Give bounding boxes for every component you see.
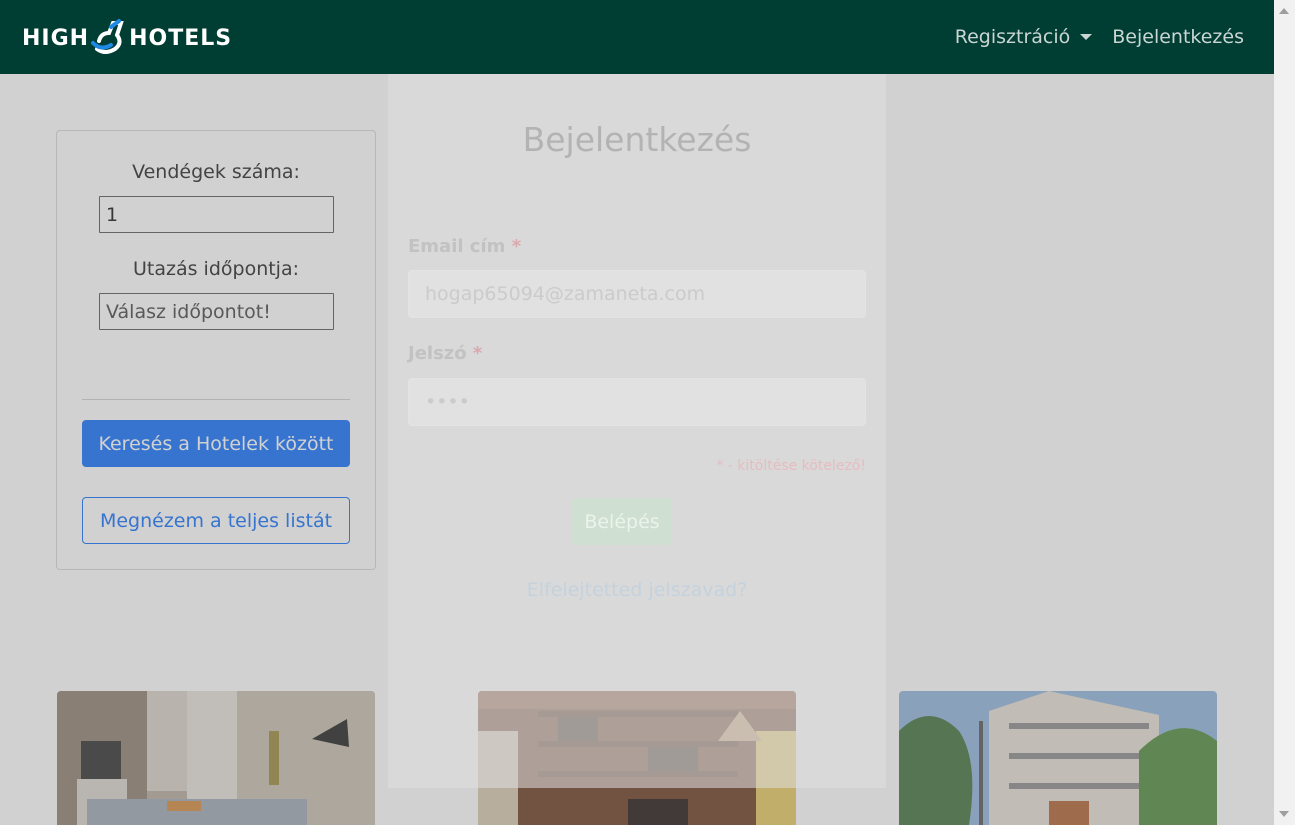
forgot-password-link[interactable]: Elfelejtetted jelszavad? [388, 579, 886, 601]
scrollbar[interactable] [1274, 0, 1295, 825]
password-label-text: Jelszó [408, 343, 467, 364]
required-mark: * [472, 343, 483, 364]
register-label: Regisztráció [954, 26, 1071, 48]
brand-swoosh-icon [91, 19, 124, 54]
caret-down-icon [1080, 34, 1093, 40]
navbar: HIGH HOTELS Regisztráció Bejelentkezés [0, 0, 1274, 74]
modal-title: Bejelentkezés [522, 120, 752, 159]
email-input[interactable]: hogap65094@zamaneta.com [408, 270, 866, 318]
password-input[interactable]: •••• [408, 378, 866, 426]
email-label: Email cím * [408, 236, 521, 257]
login-button[interactable]: Belépés [572, 498, 672, 545]
login-modal: Bejelentkezés Email cím * hogap65094@zam… [388, 74, 886, 788]
scroll-down-icon[interactable] [1279, 811, 1289, 817]
nav-links: Regisztráció Bejelentkezés [955, 26, 1244, 48]
required-mark: * [511, 236, 522, 257]
register-dropdown[interactable]: Regisztráció [955, 26, 1093, 48]
password-label: Jelszó * [408, 343, 482, 364]
login-link[interactable]: Bejelentkezés [1112, 26, 1244, 48]
brand-logo[interactable]: HIGH HOTELS [22, 19, 232, 57]
brand-text-hotels: HOTELS [129, 25, 233, 51]
email-label-text: Email cím [408, 236, 506, 257]
brand-text-high: HIGH [22, 25, 90, 51]
required-note: * - kitöltése kötelező! [716, 458, 866, 474]
scroll-up-icon[interactable] [1279, 8, 1289, 14]
